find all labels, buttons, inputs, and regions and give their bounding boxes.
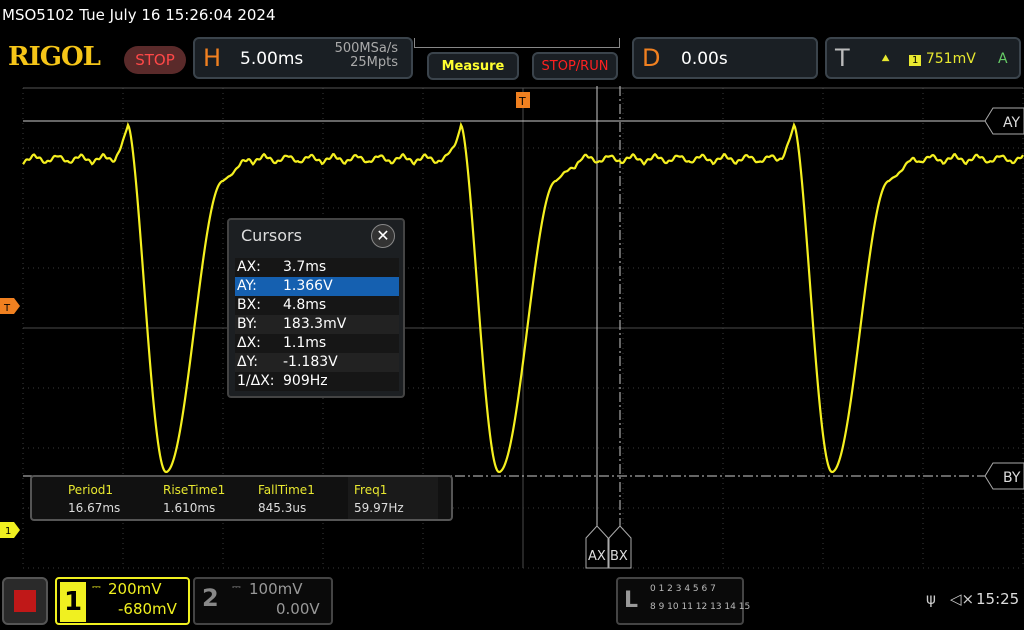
cursor-row[interactable]: ΔY: -1.183V <box>235 353 399 372</box>
memory-overview-bar <box>414 38 620 48</box>
ay-label: AY <box>1003 115 1020 131</box>
cursor-value: 1.1ms <box>283 335 327 351</box>
measurement-value: 845.3us <box>258 501 307 515</box>
run-state-badge[interactable]: STOP <box>124 46 186 74</box>
ch2-number: 2 <box>202 584 219 612</box>
dc-coupling-icon: ⎓ <box>92 580 101 593</box>
usb-icon: ψ <box>926 590 936 608</box>
trigger-position-label: T <box>518 95 526 108</box>
trigger-source: 1 <box>909 55 922 66</box>
cursor-key: 1/ΔX: <box>237 373 275 389</box>
cursor-key: AX: <box>237 259 261 275</box>
by-label: BY <box>1003 470 1021 486</box>
sample-info: 500MSa/s 25Mpts <box>322 42 398 70</box>
measure-button[interactable]: Measure <box>427 52 519 80</box>
measurement-label: Freq1 <box>354 483 388 497</box>
trigger-level-label: T <box>3 303 11 314</box>
measurement-label: RiseTime1 <box>163 483 226 497</box>
cursor-key: BX: <box>237 297 261 313</box>
timebase-value: 5.00ms <box>240 49 304 69</box>
measurement-value: 59.97Hz <box>354 501 404 515</box>
measurement-label: FallTime1 <box>258 483 315 497</box>
cursor-value: 3.7ms <box>283 259 327 275</box>
cursor-row[interactable]: BY: 183.3mV <box>235 315 399 334</box>
memory-depth: 25Mpts <box>350 55 398 70</box>
cursor-row[interactable]: AX: 3.7ms <box>235 258 399 277</box>
window-title: MSO5102 Tue July 16 15:26:04 2024 <box>2 6 276 24</box>
horizontal-label: H <box>203 44 222 72</box>
cursors-dialog: Cursors ✕ AX: 3.7ms AY: 1.366V BX: 4.8ms BY: 18… <box>227 218 405 398</box>
measurement-freq[interactable]: Freq1 59.97Hz <box>348 477 438 519</box>
stop-run-button[interactable]: STOP/RUN <box>532 52 618 80</box>
cursor-row[interactable]: BX: 4.8ms <box>235 296 399 315</box>
ch1-scale: 200mV <box>108 580 162 598</box>
cursor-row[interactable]: AY: 1.366V <box>235 277 399 296</box>
logic-channels-row2: 8 9 10 11 12 13 14 15 <box>650 602 751 612</box>
cursor-value: 183.3mV <box>283 316 347 332</box>
close-icon[interactable]: ✕ <box>371 224 395 248</box>
cursor-row[interactable]: 1/ΔX: 909Hz <box>235 372 399 391</box>
cursor-value: -1.183V <box>283 354 338 370</box>
cursor-value: 1.366V <box>283 278 333 294</box>
trigger-info: ⯅ 1 751mV A <box>880 51 1008 67</box>
delay-value: 0.00s <box>681 49 728 69</box>
cursor-key: ΔX: <box>237 335 261 351</box>
delay-label: D <box>642 44 661 72</box>
cursors-title: Cursors <box>241 226 302 245</box>
dc-coupling-icon: ⎓ <box>232 580 241 593</box>
trigger-level: 751mV <box>925 51 976 67</box>
cursor-row[interactable]: ΔX: 1.1ms <box>235 334 399 353</box>
measurement-falltime[interactable]: FallTime1 845.3us <box>258 483 348 515</box>
clock: 15:25 <box>976 590 1020 608</box>
measurement-risetime[interactable]: RiseTime1 1.610ms <box>163 483 253 515</box>
ch1-offset: -680mV <box>118 600 177 618</box>
trigger-label: T <box>835 44 850 72</box>
trigger-mode: A <box>998 51 1008 67</box>
ch1-number: 1 <box>60 582 86 622</box>
menu-button[interactable] <box>2 577 48 625</box>
ch2-offset: 0.00V <box>276 600 320 618</box>
cursor-value: 4.8ms <box>283 297 327 313</box>
measurement-value: 1.610ms <box>163 501 216 515</box>
grid-menu-icon <box>14 590 36 612</box>
logic-channels-row1: 0 1 2 3 4 5 6 7 <box>650 584 716 594</box>
rising-edge-icon: ⯅ <box>880 51 892 67</box>
rigol-logo: RIGOL <box>8 42 101 72</box>
ax-label: AX <box>588 549 606 564</box>
ch2-scale: 100mV <box>249 580 303 598</box>
cursor-key: AY: <box>237 278 257 294</box>
measurement-period[interactable]: Period1 16.67ms <box>68 483 158 515</box>
measurement-bar: Period1 16.67ms RiseTime1 1.610ms FallTime… <box>30 475 453 521</box>
mute-icon[interactable]: ◁× <box>950 590 974 608</box>
cursor-value: 909Hz <box>283 373 328 389</box>
cursor-key: ΔY: <box>237 354 258 370</box>
logic-label: L <box>624 588 639 613</box>
cursor-key: BY: <box>237 316 258 332</box>
measurement-value: 16.67ms <box>68 501 121 515</box>
bx-label: BX <box>610 549 628 564</box>
ch1-offset-label: 1 <box>5 526 11 537</box>
measurement-label: Period1 <box>68 483 114 497</box>
sample-rate: 500MSa/s <box>334 41 398 56</box>
